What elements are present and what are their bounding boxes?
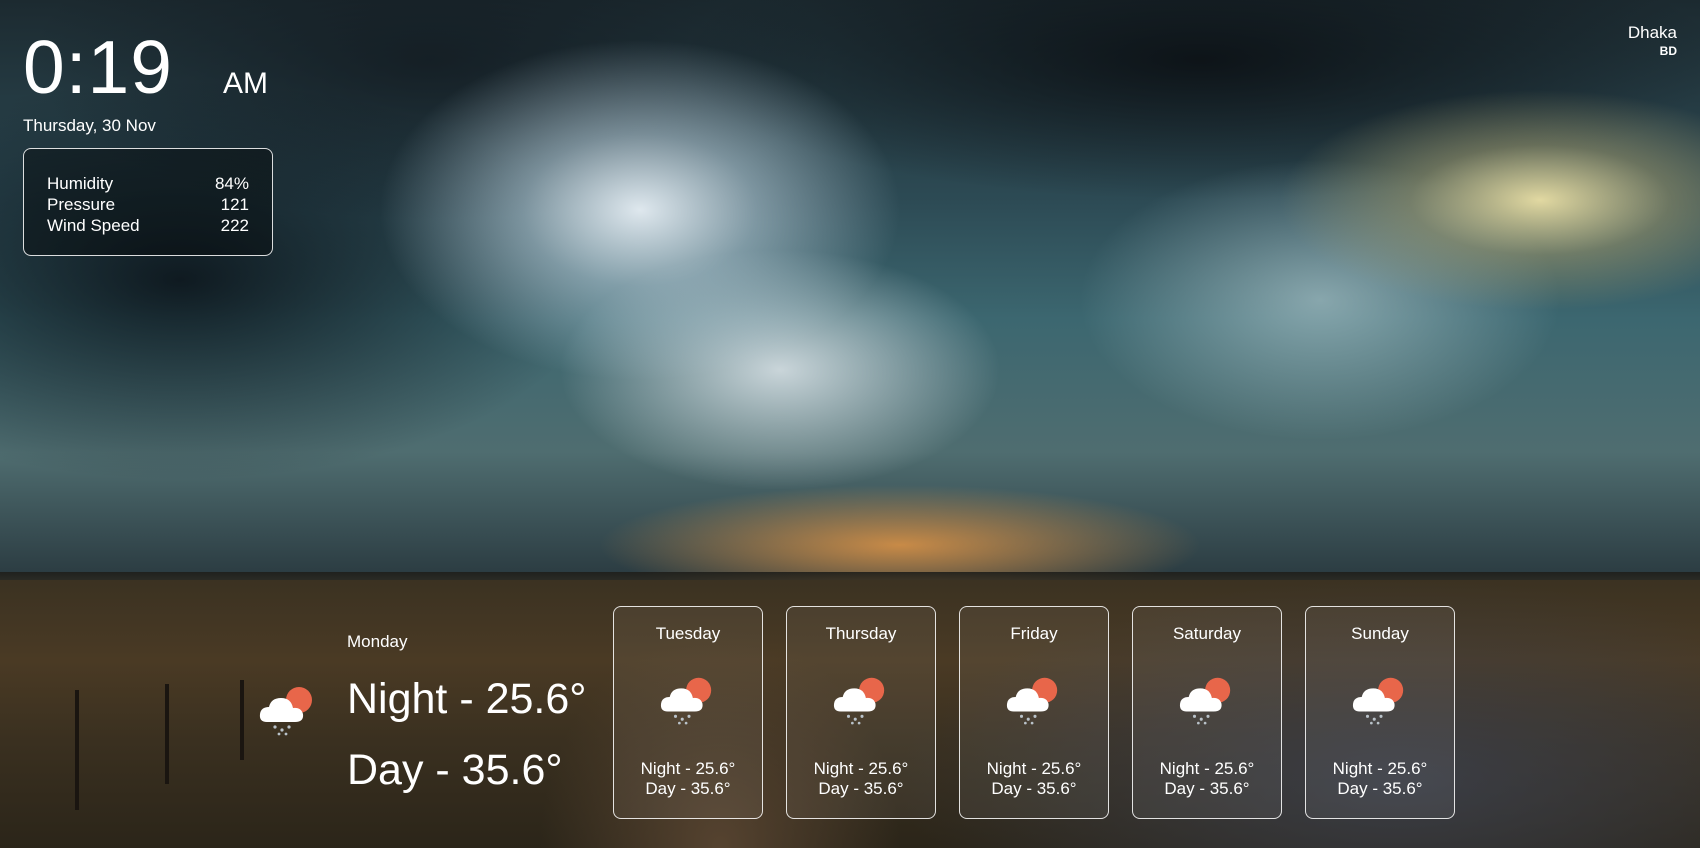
forecast-night-temp: Night - 25.6°	[986, 759, 1082, 778]
current-conditions-panel: Humidity 84% Pressure 121 Wind Speed 222	[23, 148, 273, 256]
fence-post	[240, 680, 244, 760]
forecast-day-temp: Day - 35.6°	[645, 779, 731, 798]
forecast-temps: Night - 25.6° Day - 35.6°	[1306, 759, 1454, 799]
cloud-sun-rain-icon	[660, 677, 712, 725]
forecast-day-temp: Day - 35.6°	[991, 779, 1077, 798]
forecast-card-saturday[interactable]: Saturday Night - 25.6° Day - 35.6°	[1132, 606, 1282, 819]
forecast-card-thursday[interactable]: Thursday Night - 25.6° Day - 35.6°	[786, 606, 936, 819]
cloud-sun-rain-icon	[1006, 677, 1058, 725]
stat-label: Wind Speed	[47, 216, 140, 235]
forecast-night-temp: Night - 25.6°	[1159, 759, 1255, 778]
stat-label: Humidity	[47, 174, 114, 193]
forecast-card-friday[interactable]: Friday Night - 25.6° Day - 35.6°	[959, 606, 1109, 819]
forecast-card-sunday[interactable]: Sunday Night - 25.6° Day - 35.6°	[1305, 606, 1455, 819]
cloud-sun-rain-icon	[833, 677, 885, 725]
location-country: BD	[1659, 44, 1677, 58]
stat-humidity: Humidity 84%	[47, 173, 249, 194]
stat-value: 222	[220, 216, 249, 235]
forecast-night-temp: Night - 25.6°	[1332, 759, 1428, 778]
cloud-sun-rain-icon	[1179, 677, 1231, 725]
stat-wind-speed: Wind Speed 222	[47, 215, 249, 236]
location-city: Dhaka	[1627, 23, 1677, 42]
fence-post	[165, 684, 169, 784]
forecast-day: Saturday	[1172, 624, 1242, 643]
forecast-temps: Night - 25.6° Day - 35.6°	[614, 759, 762, 799]
forecast-day: Friday	[1010, 624, 1058, 643]
forecast-day: Thursday	[825, 624, 897, 643]
forecast-night-temp: Night - 25.6°	[640, 759, 736, 778]
forecast-night-temp: Night - 25.6°	[813, 759, 909, 778]
clock-period: AM	[223, 67, 268, 100]
today-forecast: Monday Night - 25.6° Day - 35.6°	[257, 630, 612, 800]
forecast-day-temp: Day - 35.6°	[818, 779, 904, 798]
forecast-day-temp: Day - 35.6°	[1337, 779, 1423, 798]
stat-label: Pressure	[47, 195, 116, 214]
stat-value: 84%	[214, 174, 249, 193]
forecast-card-tuesday[interactable]: Tuesday Night - 25.6° Day - 35.6°	[613, 606, 763, 819]
fence-post	[75, 690, 79, 810]
cloud-sun-rain-icon	[1352, 677, 1404, 725]
location: Dhaka BD	[1628, 22, 1677, 58]
stat-pressure: Pressure 121	[47, 194, 249, 215]
today-day-temp: Day - 35.6°	[347, 746, 563, 794]
today-day: Monday	[347, 632, 408, 651]
forecast-day-temp: Day - 35.6°	[1164, 779, 1250, 798]
forecast-day: Sunday	[1351, 624, 1409, 643]
cloud-sun-rain-icon	[259, 687, 312, 736]
clock-date: Thursday, 30 Nov	[23, 116, 156, 135]
forecast-temps: Night - 25.6° Day - 35.6°	[1133, 759, 1281, 799]
clock-time: 0:19	[23, 25, 173, 109]
forecast-day: Tuesday	[655, 624, 721, 643]
forecast-temps: Night - 25.6° Day - 35.6°	[960, 759, 1108, 799]
forecast-temps: Night - 25.6° Day - 35.6°	[787, 759, 935, 799]
stat-value: 121	[220, 195, 249, 214]
today-night-temp: Night - 25.6°	[347, 675, 587, 723]
